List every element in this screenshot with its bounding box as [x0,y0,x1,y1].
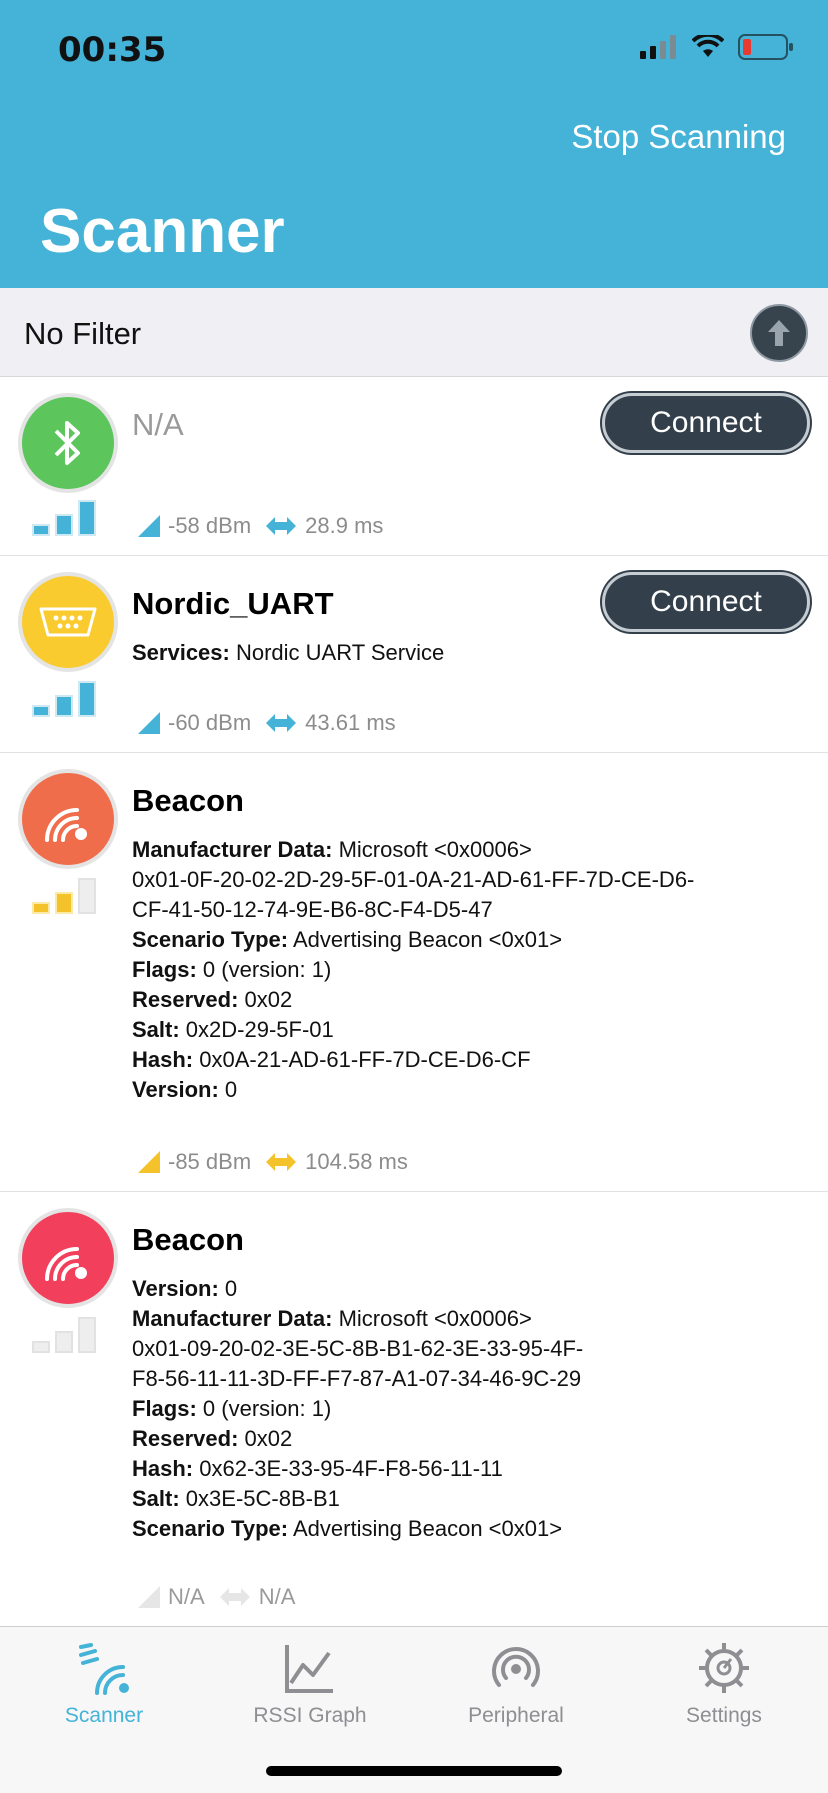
device-name: Nordic_UART [132,586,334,621]
tab-label: Scanner [64,1704,144,1727]
filter-bar[interactable]: No Filter [0,288,828,377]
status-icons [640,34,794,60]
device-avatar [18,393,118,493]
interval-value: 104.58 ms [305,1149,408,1174]
detail-line: Reserved: 0x02 [132,987,293,1012]
page-title: Scanner [40,197,285,266]
detail-line: Manufacturer Data: Microsoft <0x0006> [132,837,532,862]
advertisement-details: Manufacturer Data: Microsoft <0x0006> 0x… [132,835,812,1105]
signal-strength-icon [32,1317,96,1353]
tab-settings[interactable]: Settings [634,1641,814,1728]
serial-port-icon [39,607,97,637]
services-value: Nordic UART Service [229,640,445,665]
tab-peripheral[interactable]: Peripheral [426,1641,606,1728]
tab-label: Settings [686,1704,762,1727]
sort-button[interactable] [750,304,808,362]
rssi-icon [138,712,160,734]
device-metrics: -60 dBm 43.61 ms [136,710,410,736]
device-metrics: -85 dBm 104.58 ms [136,1149,422,1175]
signal-strength-icon [32,878,96,914]
tab-rssi-graph[interactable]: RSSI Graph [220,1641,400,1728]
rssi-value: N/A [168,1584,205,1609]
device-name: N/A [132,407,184,442]
detail-line: Hash: 0x0A-21-AD-61-FF-7D-CE-D6-CF [132,1047,531,1072]
detail-line: 0x01-09-20-02-3E-5C-8B-B1-62-3E-33-95-4F… [132,1336,584,1361]
connect-button[interactable]: Connect [602,572,810,632]
advertisement-details: Version: 0 Manufacturer Data: Microsoft … [132,1274,812,1544]
gear-icon [699,1643,749,1693]
rssi-value: -58 dBm [168,513,252,538]
tab-label: RSSI Graph [253,1704,367,1727]
battery-icon [738,34,793,60]
detail-line: F8-56-11-11-3D-FF-F7-87-A1-07-34-46-9C-2… [132,1366,582,1391]
interval-value: N/A [258,1584,296,1609]
device-row[interactable]: N/A Connect -58 dBm 28.9 ms [0,377,828,556]
beacon-icon [45,808,87,842]
peripheral-icon [492,1647,540,1687]
detail-line: Reserved: 0x02 [132,1426,293,1451]
detail-line: Manufacturer Data: Microsoft <0x0006> [132,1306,532,1331]
services-key: Services: [132,640,230,665]
device-avatar [18,769,118,869]
interval-icon [266,714,297,732]
navigation-header: 00:35 Stop Scanning Scanner [0,0,828,288]
device-metrics: -58 dBm 28.9 ms [136,513,397,539]
filter-label: No Filter [24,316,142,351]
rssi-icon [138,515,160,537]
detail-line: Flags: 0 (version: 1) [132,1396,332,1421]
device-avatar [18,1208,118,1308]
detail-line: Flags: 0 (version: 1) [132,957,332,982]
stop-scanning-button[interactable]: Stop Scanning [571,118,786,156]
rssi-icon [138,1151,160,1173]
device-name: Beacon [132,783,244,818]
tab-label: Peripheral [468,1704,564,1727]
connect-button[interactable]: Connect [602,393,810,453]
tab-scanner[interactable]: Scanner [14,1641,194,1728]
status-time: 00:35 [58,30,167,70]
bluetooth-icon [54,421,80,465]
detail-line: Salt: 0x3E-5C-8B-B1 [132,1486,340,1511]
rssi-value: -60 dBm [168,710,252,735]
interval-value: 43.61 ms [305,710,396,735]
detail-line: Version: 0 [132,1276,238,1301]
interval-value: 28.9 ms [305,513,384,538]
device-row[interactable]: Nordic_UART Connect Services: Nordic UAR… [0,556,828,753]
detail-line: Salt: 0x2D-29-5F-01 [132,1017,334,1042]
rssi-value: -85 dBm [168,1149,252,1174]
beacon-icon [45,1247,87,1281]
interval-icon [266,1153,297,1171]
detail-line: CF-41-50-12-74-9E-B6-8C-F4-D5-47 [132,897,493,922]
interval-icon [266,517,297,535]
device-avatar [18,572,118,672]
detail-line: 0x01-0F-20-02-2D-29-5F-01-0A-21-AD-61-FF… [132,867,695,892]
signal-strength-icon [32,500,96,536]
graph-icon [285,1645,333,1693]
wifi-icon [692,35,724,57]
detail-line: Hash: 0x62-3E-33-95-4F-F8-56-11-11 [132,1456,503,1481]
device-name: Beacon [132,1222,244,1257]
home-indicator[interactable] [266,1766,562,1776]
cellular-signal-icon [640,35,676,59]
device-row[interactable]: Beacon Version: 0 Manufacturer Data: Mic… [0,1192,828,1626]
device-row[interactable]: Beacon Manufacturer Data: Microsoft <0x0… [0,753,828,1192]
device-metrics: N/A N/A [136,1584,309,1610]
detail-line: Version: 0 [132,1077,238,1102]
detail-line: Scenario Type: Advertising Beacon <0x01> [132,1516,563,1541]
interval-icon [219,1588,250,1606]
detail-line: Scenario Type: Advertising Beacon <0x01> [132,927,563,952]
device-services: Services: Nordic UART Service [132,638,812,668]
rssi-icon [138,1586,160,1608]
arrow-up-icon [768,320,790,346]
scanner-icon [79,1643,129,1695]
signal-strength-icon [32,681,96,717]
